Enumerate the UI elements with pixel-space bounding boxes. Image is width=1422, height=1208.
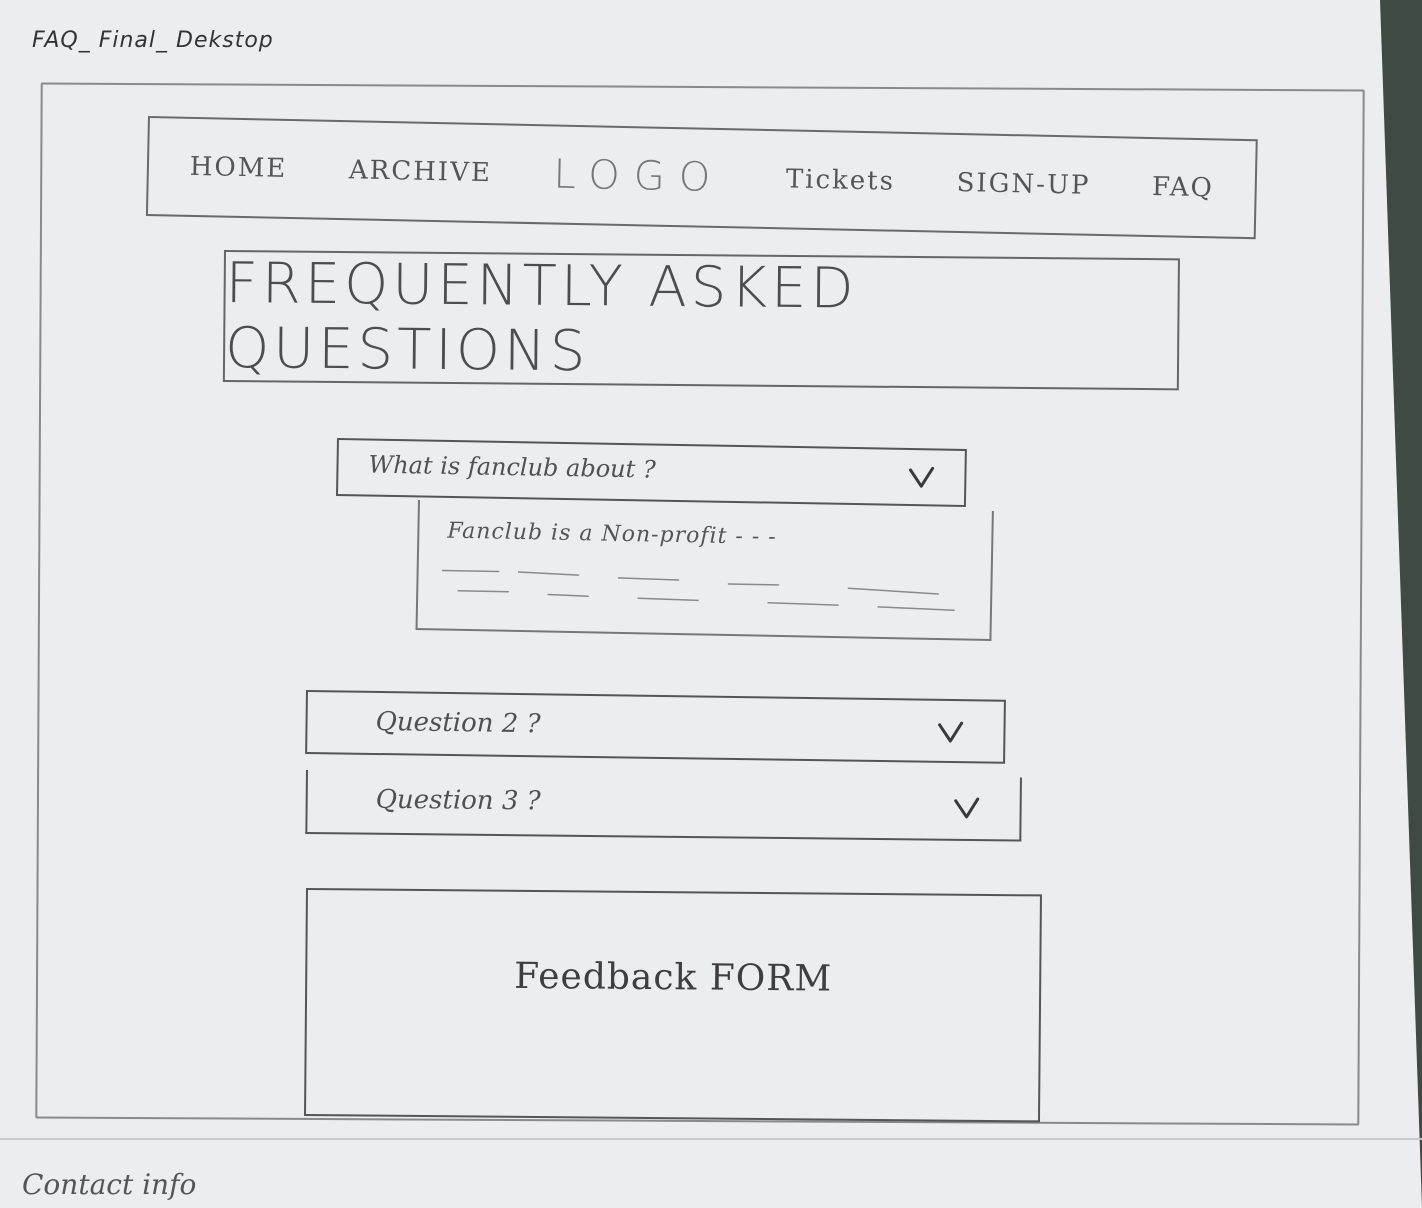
nav-faq[interactable]: FAQ	[1152, 172, 1214, 203]
faq-answer-1: Fanclub is a Non-profit - - -	[415, 500, 994, 642]
feedback-form-label: Feedback FORM	[514, 955, 833, 1000]
faq-answer-1-text: Fanclub is a Non-profit - - -	[447, 518, 777, 550]
footer-divider	[0, 1138, 1422, 1140]
chevron-down-icon[interactable]	[908, 464, 935, 490]
placeholder-text-lines	[441, 569, 955, 612]
faq-question-2-label: Question 2 ?	[375, 706, 541, 740]
site-logo[interactable]: LOGO	[553, 152, 725, 202]
faq-question-3[interactable]: Question 3 ?	[305, 770, 1022, 842]
nav-tickets[interactable]: Tickets	[786, 164, 896, 196]
chevron-down-icon[interactable]	[954, 795, 980, 821]
faq-question-1[interactable]: What is fanclub about ?	[335, 438, 967, 507]
faq-question-3-label: Question 3 ?	[375, 784, 541, 817]
feedback-form[interactable]: Feedback FORM	[304, 888, 1042, 1123]
nav-home[interactable]: HOME	[189, 152, 287, 184]
faq-question-1-label: What is fanclub about ?	[368, 450, 657, 484]
page-title-box: FREQUENTLY ASKED QUESTIONS	[222, 250, 1180, 391]
nav-archive[interactable]: ARCHIVE	[349, 155, 493, 188]
chevron-down-icon[interactable]	[937, 719, 964, 745]
sketch-caption: FAQ_ Final_ Dekstop	[32, 28, 274, 53]
faq-question-2[interactable]: Question 2 ?	[305, 690, 1006, 764]
page-title: FREQUENTLY ASKED QUESTIONS	[224, 251, 858, 385]
nav-signup[interactable]: SIGN-UP	[956, 168, 1090, 201]
contact-info-link[interactable]: Contact info	[22, 1168, 196, 1201]
